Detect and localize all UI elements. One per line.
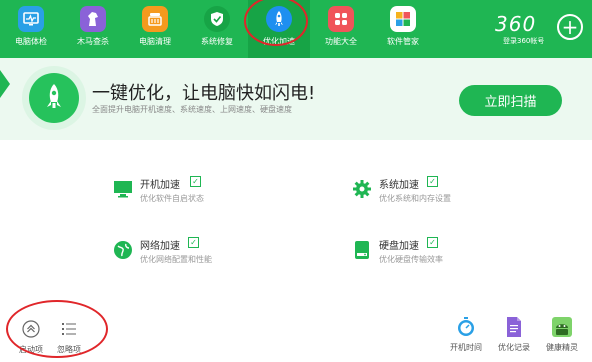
rocket-badge [22,66,86,130]
document-icon [503,316,525,338]
feature-desc: 优化系统和内存设置 [379,194,451,203]
feature-disk-speedup: 硬盘加速 ✓ 优化硬盘传输效率 [351,237,531,277]
add-account-button[interactable]: + [557,14,583,40]
nav-label: 电脑清理 [139,37,171,46]
nav-item-system-repair[interactable]: 系统修复 [186,0,248,58]
feature-title: 硬盘加速 [379,241,419,252]
monitor-check-icon [18,6,44,32]
nav-item-trojan-scan[interactable]: 木马查杀 [62,0,124,58]
feature-title: 网络加速 [140,241,180,252]
nav-item-pc-checkup[interactable]: 电脑体检 [0,0,62,58]
feature-checkbox[interactable]: ✓ [188,237,199,248]
stopwatch-icon [455,316,477,338]
nav-label: 木马查杀 [77,37,109,46]
top-nav-bar: 电脑体检 木马查杀 电脑清理 系统修复 优化加速 功能大全 软件管家 360 登… [0,0,592,58]
hard-disk-icon [351,239,373,261]
feature-system-speedup: 系统加速 ✓ 优化系统和内存设置 [351,176,531,216]
feature-desc: 优化网络配置和性能 [140,255,212,264]
bottom-label: 健康精灵 [546,343,578,352]
banner-title: 一键优化，让电脑快如闪电! [92,83,316,104]
optimize-history-button[interactable]: 优化记录 [495,316,533,353]
app-store-icon [390,6,416,32]
nav-item-software-manager[interactable]: 软件管家 [372,0,434,58]
android-robot-icon [551,316,573,338]
nav-item-all-features[interactable]: 功能大全 [310,0,372,58]
feature-network-speedup: 网络加速 ✓ 优化网络配置和性能 [112,237,292,277]
gear-icon [351,178,373,200]
nav-label: 功能大全 [325,37,357,46]
boot-time-button[interactable]: 开机时间 [447,316,485,353]
globe-icon [112,239,134,261]
plus-icon: + [561,15,579,39]
nav-label: 电脑体检 [15,37,47,46]
bottom-label: 开机时间 [450,343,482,352]
health-assistant-button[interactable]: 健康精灵 [543,316,581,353]
feature-title: 系统加速 [379,180,419,191]
horse-icon [80,6,106,32]
feature-desc: 优化软件自启状态 [140,194,204,203]
shield-icon [204,6,230,32]
app-window: 电脑体检 木马查杀 电脑清理 系统修复 优化加速 功能大全 软件管家 360 登… [0,0,592,362]
brand-logo: 360 [495,12,537,36]
nav-label: 系统修复 [201,37,233,46]
feature-checkbox[interactable]: ✓ [427,237,438,248]
feature-checkbox[interactable]: ✓ [427,176,438,187]
banner-notch [0,70,10,98]
monitor-icon [112,178,134,200]
feature-title: 开机加速 [140,180,180,191]
nav-item-pc-cleanup[interactable]: 电脑清理 [124,0,186,58]
grid-icon [328,6,354,32]
feature-desc: 优化硬盘传输效率 [379,255,443,264]
highlight-ring [6,300,108,358]
banner-subtitle: 全面提升电脑开机速度、系统速度、上网速度、硬盘速度 [92,105,292,114]
nav-label: 软件管家 [387,37,419,46]
feature-checkbox[interactable]: ✓ [190,176,201,187]
bottom-label: 优化记录 [498,343,530,352]
scan-now-button[interactable]: 立即扫描 [459,85,562,116]
feature-startup-speedup: 开机加速 ✓ 优化软件自启状态 [112,176,292,216]
rocket-icon [29,73,79,123]
broom-icon [142,6,168,32]
login-link[interactable]: 登录360帐号 [503,36,544,46]
